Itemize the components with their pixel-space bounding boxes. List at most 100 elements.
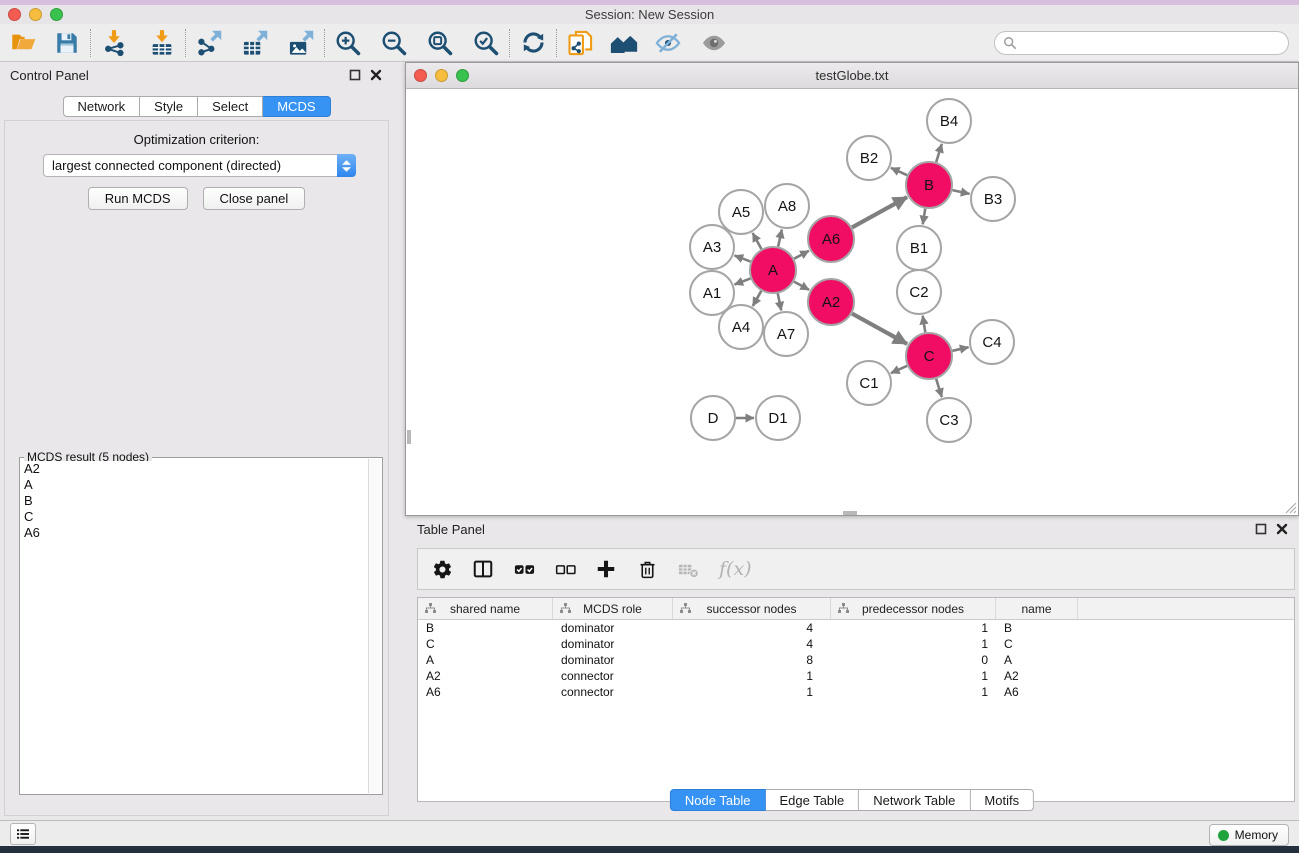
- graph-node-B2[interactable]: B2: [847, 136, 891, 180]
- table-cell[interactable]: A: [996, 653, 1078, 667]
- hide-selected-icon[interactable]: [653, 28, 683, 58]
- graph-edge-C-C1[interactable]: [891, 366, 907, 373]
- import-network-icon[interactable]: [99, 28, 129, 58]
- deselect-all-icon[interactable]: [553, 557, 577, 581]
- table-tab-node-table[interactable]: Node Table: [670, 789, 766, 811]
- result-scrollbar[interactable]: [368, 459, 381, 793]
- table-cell[interactable]: 1: [673, 669, 831, 683]
- canvas-horizontal-scroll-indicator[interactable]: [843, 511, 857, 515]
- zoom-out-icon[interactable]: [379, 28, 409, 58]
- search-input[interactable]: [1022, 33, 1288, 53]
- graph-edge-C-C2[interactable]: [923, 316, 926, 333]
- table-row[interactable]: Cdominator41C: [418, 636, 1294, 652]
- graph-node-A3[interactable]: A3: [690, 225, 734, 269]
- graph-node-B[interactable]: B: [906, 162, 952, 208]
- export-table-icon[interactable]: [240, 28, 270, 58]
- show-all-icon[interactable]: [699, 28, 729, 58]
- table-cell[interactable]: 4: [673, 637, 831, 651]
- close-panel-icon[interactable]: [369, 68, 383, 82]
- table-tab-network-table[interactable]: Network Table: [859, 789, 970, 811]
- graph-node-C4[interactable]: C4: [970, 320, 1014, 364]
- task-history-button[interactable]: [10, 823, 36, 845]
- table-cell[interactable]: B: [418, 621, 553, 635]
- graph-edge-A6-B[interactable]: [852, 197, 907, 227]
- graph-edge-A-A7[interactable]: [778, 294, 781, 311]
- table-cell[interactable]: dominator: [553, 653, 673, 667]
- refresh-icon[interactable]: [518, 28, 548, 58]
- graph-node-B1[interactable]: B1: [897, 226, 941, 270]
- select-all-icon[interactable]: [512, 557, 536, 581]
- graph-edge-A-A1[interactable]: [734, 278, 750, 284]
- zoom-fit-icon[interactable]: [425, 28, 455, 58]
- column-header-mcds-role[interactable]: MCDS role: [553, 598, 673, 619]
- table-cell[interactable]: 1: [673, 685, 831, 699]
- graph-node-C[interactable]: C: [906, 333, 952, 379]
- tab-network[interactable]: Network: [62, 96, 140, 117]
- table-row[interactable]: Adominator80A: [418, 652, 1294, 668]
- optimization-criterion-select[interactable]: largest connected component (directed): [43, 154, 356, 177]
- graph-edge-B-B1[interactable]: [923, 209, 925, 225]
- tab-select[interactable]: Select: [198, 96, 263, 117]
- graph-edge-A-A3[interactable]: [734, 255, 750, 261]
- graph-node-B3[interactable]: B3: [971, 177, 1015, 221]
- graph-edge-A-A8[interactable]: [778, 229, 782, 246]
- graph-edge-B-B2[interactable]: [891, 168, 907, 175]
- close-panel-button[interactable]: Close panel: [203, 187, 306, 210]
- graph-edge-A-A6[interactable]: [794, 251, 809, 259]
- graph-edge-B-B3[interactable]: [952, 190, 969, 194]
- graph-node-A2[interactable]: A2: [808, 279, 854, 325]
- table-cell[interactable]: A2: [418, 669, 553, 683]
- network-canvas[interactable]: B4B2BB3A8A5A6A3B1AA1C2A2A4A7C4CC1C3DD1: [407, 89, 1298, 515]
- zoom-in-icon[interactable]: [333, 28, 363, 58]
- export-image-icon[interactable]: [286, 28, 316, 58]
- graph-edge-C-C3[interactable]: [936, 379, 942, 397]
- graph-node-A[interactable]: A: [750, 247, 796, 293]
- table-cell[interactable]: 8: [673, 653, 831, 667]
- table-tab-motifs[interactable]: Motifs: [970, 789, 1034, 811]
- table-row[interactable]: A2connector11A2: [418, 668, 1294, 684]
- column-header-shared-name[interactable]: shared name: [418, 598, 553, 619]
- add-column-icon[interactable]: [594, 557, 618, 581]
- save-session-icon[interactable]: [52, 28, 82, 58]
- graph-edge-A-A2[interactable]: [794, 282, 809, 290]
- table-cell[interactable]: A: [418, 653, 553, 667]
- table-cell[interactable]: A6: [418, 685, 553, 699]
- select-stepper-icon[interactable]: [337, 154, 356, 177]
- delete-column-icon[interactable]: [635, 557, 659, 581]
- close-table-panel-icon[interactable]: [1275, 522, 1289, 536]
- memory-button[interactable]: Memory: [1209, 824, 1289, 846]
- graph-edge-C-C4[interactable]: [952, 347, 968, 351]
- open-folder-icon[interactable]: [8, 28, 38, 58]
- graph-node-A4[interactable]: A4: [719, 305, 763, 349]
- table-cell[interactable]: connector: [553, 669, 673, 683]
- graph-node-B4[interactable]: B4: [927, 99, 971, 143]
- table-cell[interactable]: B: [996, 621, 1078, 635]
- column-header-predecessor-nodes[interactable]: predecessor nodes: [831, 598, 996, 619]
- import-table-icon[interactable]: [147, 28, 177, 58]
- table-cell[interactable]: 0: [831, 653, 996, 667]
- column-view-icon[interactable]: [471, 557, 495, 581]
- graph-edge-A2-C[interactable]: [852, 314, 907, 344]
- graph-node-A8[interactable]: A8: [765, 184, 809, 228]
- run-mcds-button[interactable]: Run MCDS: [88, 187, 188, 210]
- new-network-from-selection-icon[interactable]: [565, 28, 595, 58]
- column-header-name[interactable]: name: [996, 598, 1078, 619]
- table-tab-edge-table[interactable]: Edge Table: [765, 789, 859, 811]
- table-cell[interactable]: 1: [831, 669, 996, 683]
- network-window-titlebar[interactable]: testGlobe.txt: [406, 63, 1298, 89]
- table-cell[interactable]: C: [996, 637, 1078, 651]
- home-icon[interactable]: [609, 28, 639, 58]
- graph-edge-A-A5[interactable]: [753, 233, 762, 249]
- column-header-successor-nodes[interactable]: successor nodes: [673, 598, 831, 619]
- table-cell[interactable]: 1: [831, 621, 996, 635]
- graph-node-A7[interactable]: A7: [764, 312, 808, 356]
- graph-node-C3[interactable]: C3: [927, 398, 971, 442]
- graph-node-C2[interactable]: C2: [897, 270, 941, 314]
- table-cell[interactable]: connector: [553, 685, 673, 699]
- table-cell[interactable]: A6: [996, 685, 1078, 699]
- graph-edge-B-B4[interactable]: [936, 144, 942, 162]
- resize-grip[interactable]: [1283, 500, 1297, 514]
- table-cell[interactable]: C: [418, 637, 553, 651]
- table-row[interactable]: Bdominator41B: [418, 620, 1294, 636]
- table-cell[interactable]: A2: [996, 669, 1078, 683]
